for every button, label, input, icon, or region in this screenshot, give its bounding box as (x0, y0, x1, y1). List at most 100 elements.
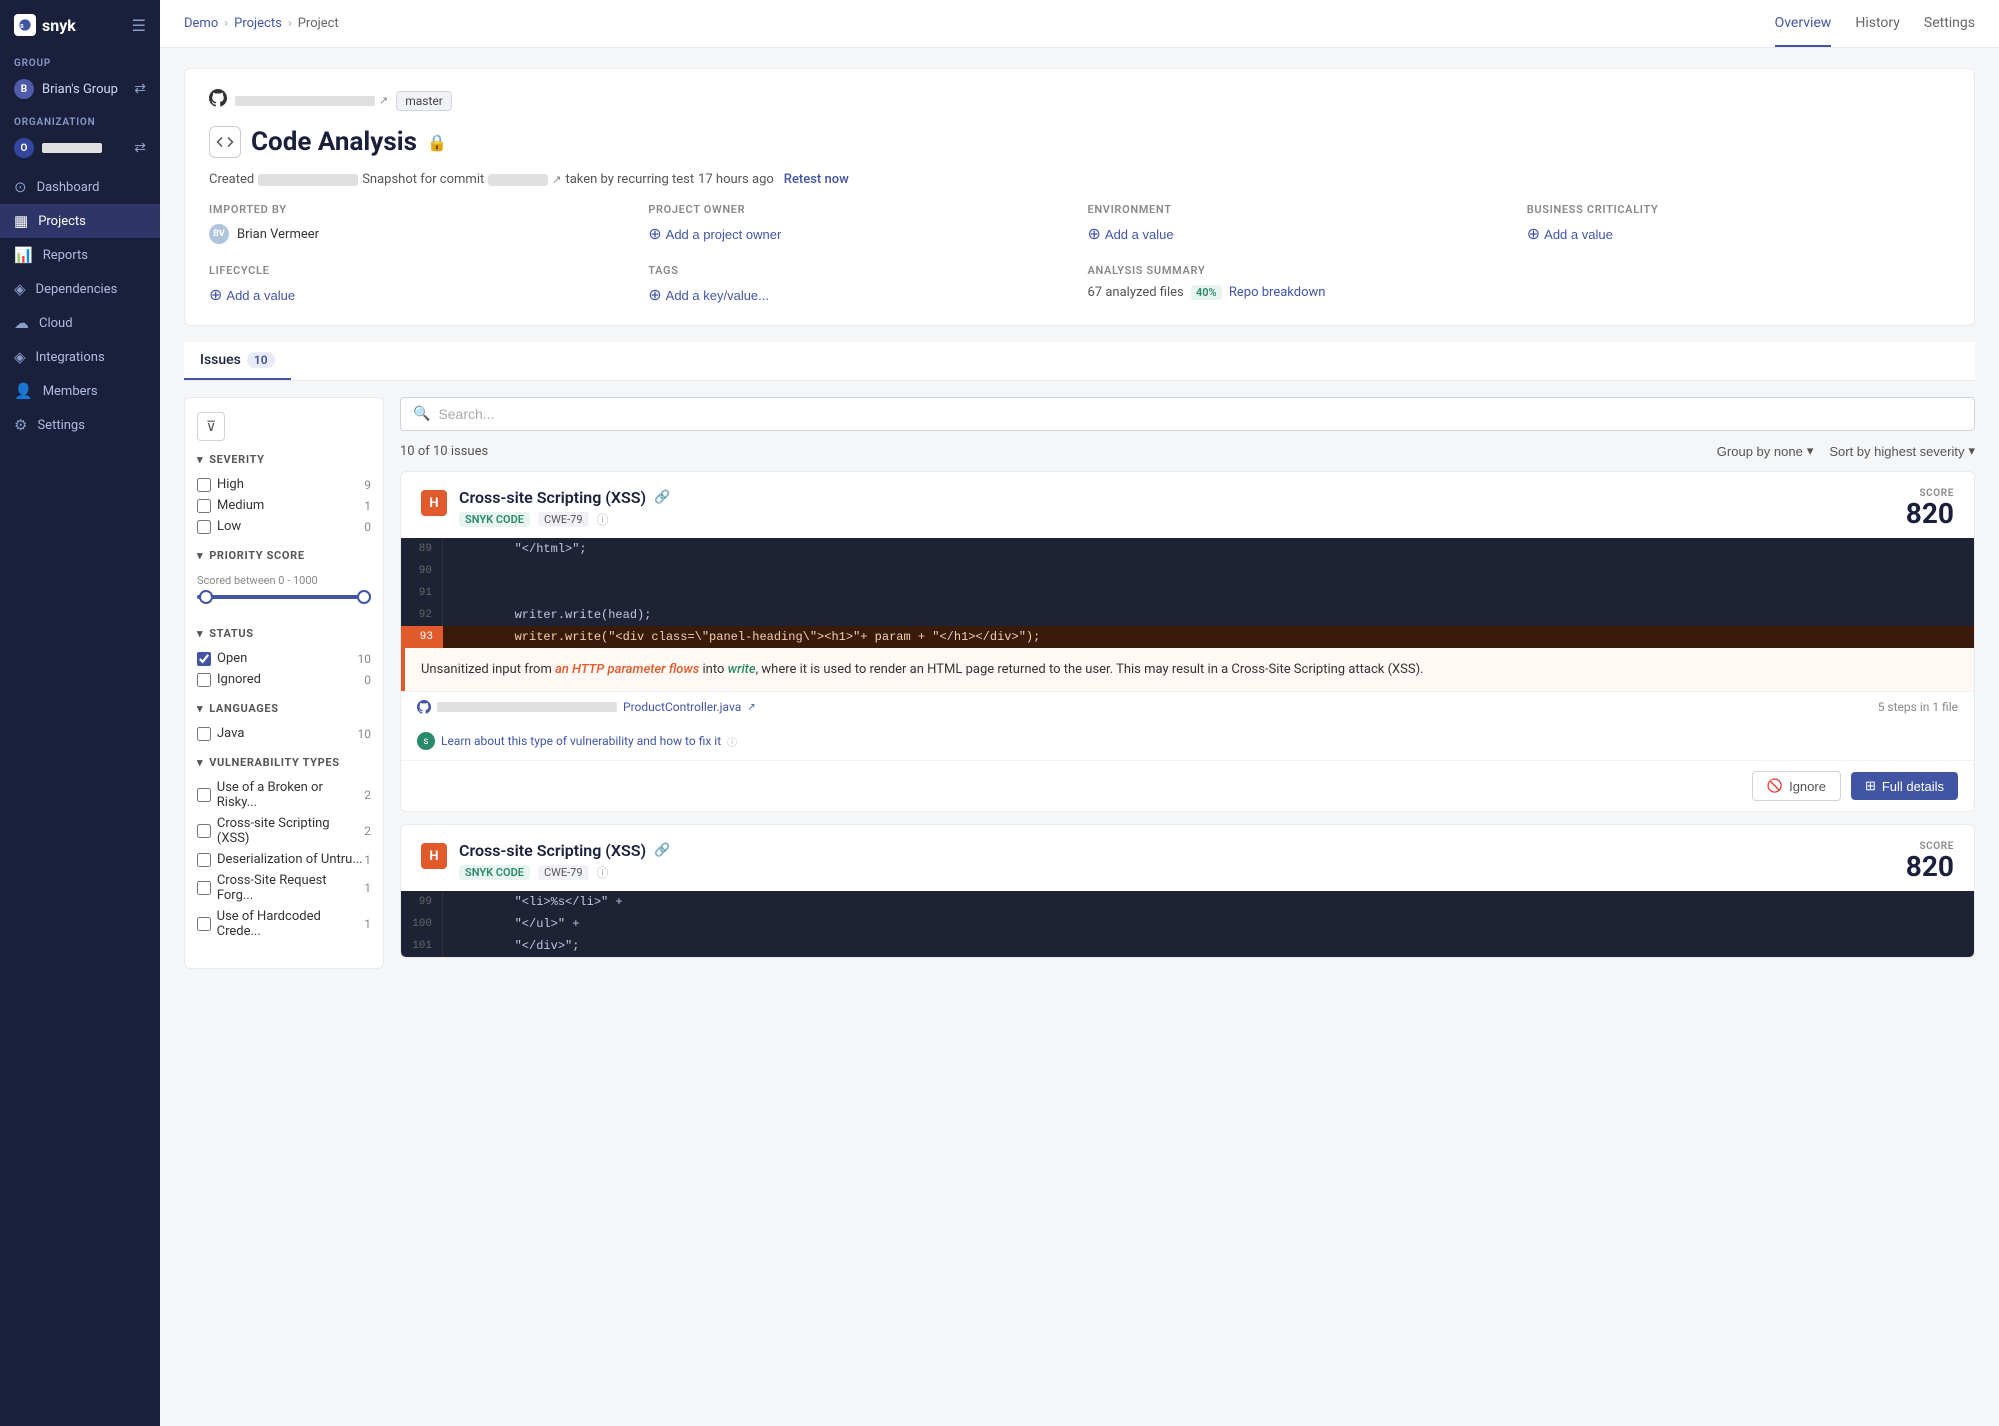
issue-title-2: Cross-site Scripting (XSS) 🔗 (459, 841, 670, 860)
sidebar-item-label: Dependencies (36, 282, 118, 297)
search-input[interactable] (438, 406, 1962, 422)
language-java-checkbox[interactable] (197, 727, 211, 741)
sidebar-item-dashboard[interactable]: ⊙ Dashboard (0, 170, 160, 204)
sidebar-item-label: Reports (43, 248, 88, 263)
sidebar-item-members[interactable]: 👤 Members (0, 374, 160, 408)
lifecycle-label: LIFECYCLE (209, 264, 632, 277)
severity-low-checkbox[interactable] (197, 520, 211, 534)
vuln-deserialization-checkbox[interactable] (197, 853, 211, 867)
sidebar-item-label: Settings (37, 418, 84, 433)
search-icon: 🔍 (413, 406, 430, 422)
retest-link[interactable]: Retest now (784, 172, 849, 187)
sidebar-item-dependencies[interactable]: ◈ Dependencies (0, 272, 160, 306)
issues-tab[interactable]: Issues 10 (184, 342, 291, 380)
repo-breakdown-link[interactable]: Repo breakdown (1229, 285, 1326, 300)
group-by-button[interactable]: Group by none ▾ (1717, 443, 1814, 459)
add-bc-button[interactable]: ⊕ Add a value (1527, 224, 1613, 244)
plus-icon-3: ⊕ (1527, 224, 1540, 244)
languages-header[interactable]: ▾ LANGUAGES (197, 702, 371, 715)
info-icon-2: ⓘ (597, 864, 609, 881)
tab-history[interactable]: History (1855, 1, 1900, 47)
priority-slider-thumb-left[interactable] (199, 590, 213, 604)
analysis-summary-cell: ANALYSIS SUMMARY 67 analyzed files 40% R… (1088, 264, 1951, 305)
add-lifecycle-button[interactable]: ⊕ Add a value (209, 285, 295, 305)
vuln-broken-risky-label: Use of a Broken or Risky... (217, 780, 364, 810)
vuln-xss-count: 2 (364, 824, 371, 838)
vuln-broken-risky-checkbox[interactable] (197, 788, 211, 802)
vuln-red-highlight: an HTTP parameter flows (555, 662, 699, 677)
priority-slider-track (197, 595, 371, 599)
status-chevron-icon: ▾ (197, 627, 203, 640)
snapshot-text: Snapshot for commit (362, 172, 484, 187)
vuln-types-header[interactable]: ▾ VULNERABILITY TYPES (197, 756, 371, 769)
vuln-types-chevron-icon: ▾ (197, 756, 203, 769)
sidebar-item-reports[interactable]: 📊 Reports (0, 238, 160, 272)
sidebar-item-projects[interactable]: ▦ Projects (0, 204, 160, 238)
repo-link[interactable]: ↗ (235, 94, 388, 107)
plus-icon-5: ⊕ (648, 285, 661, 305)
severity-medium-checkbox[interactable] (197, 499, 211, 513)
ignore-button-1[interactable]: 🚫 Ignore (1752, 771, 1841, 801)
full-details-button-1[interactable]: ⊞ Full details (1851, 772, 1958, 800)
status-ignored-checkbox[interactable] (197, 673, 211, 687)
group-switch-icon[interactable]: ⇄ (134, 81, 146, 97)
details-icon: ⊞ (1865, 778, 1876, 794)
score-area-1: SCORE 820 (1884, 488, 1954, 530)
severity-high-label: High (217, 477, 244, 492)
issues-top-row: 10 of 10 issues Group by none ▾ Sort by … (400, 443, 1975, 459)
sidebar-item-settings[interactable]: ⚙ Settings (0, 408, 160, 442)
priority-score-header[interactable]: ▾ PRIORITY SCORE (197, 549, 371, 562)
tags-cell: TAGS ⊕ Add a key/value... (648, 264, 1071, 305)
vuln-csrf-checkbox[interactable] (197, 881, 211, 895)
filter-icon-button[interactable]: ⊽ (197, 412, 225, 441)
issue-actions-1: 🚫 Ignore ⊞ Full details (401, 760, 1974, 811)
project-header: ↗ master Code Analysis 🔒 Created Snapsho… (184, 68, 1975, 326)
filter-panel: ⊽ ▾ SEVERITY High 9 (184, 397, 384, 969)
issue-card-1: H Cross-site Scripting (XSS) 🔗 SNYK CODE… (400, 471, 1975, 812)
sidebar-item-integrations[interactable]: ◈ Integrations (0, 340, 160, 374)
severity-medium-count: 1 (364, 499, 371, 513)
sidebar-item-label: Projects (38, 214, 86, 229)
ignore-icon: 🚫 (1767, 778, 1783, 794)
severity-badge-high-2: H (421, 843, 447, 869)
tab-overview[interactable]: Overview (1775, 1, 1832, 47)
breadcrumb-projects[interactable]: Projects (234, 16, 282, 31)
vuln-hardcoded-checkbox[interactable] (197, 917, 211, 931)
breadcrumb-demo[interactable]: Demo (184, 16, 218, 31)
topbar: Demo › Projects › Project Overview Histo… (160, 0, 1999, 48)
add-tag-button[interactable]: ⊕ Add a key/value... (648, 285, 769, 305)
severity-header[interactable]: ▾ SEVERITY (197, 453, 371, 466)
issue-link-icon-2[interactable]: 🔗 (654, 843, 670, 858)
org-switch-icon[interactable]: ⇄ (134, 140, 146, 156)
sort-by-chevron-icon: ▾ (1968, 443, 1975, 459)
status-ignored-count: 0 (364, 673, 371, 687)
sort-by-button[interactable]: Sort by highest severity ▾ (1829, 443, 1975, 459)
plus-icon: ⊕ (648, 224, 661, 244)
status-open-checkbox[interactable] (197, 652, 211, 666)
issue-link-icon[interactable]: 🔗 (654, 490, 670, 505)
imported-by-cell: IMPORTED BY BV Brian Vermeer (209, 203, 632, 244)
score-value-1: 820 (1884, 499, 1954, 530)
project-title: Code Analysis (251, 127, 417, 157)
vuln-broken-risky-count: 2 (364, 788, 371, 802)
learn-link-1[interactable]: s Learn about this type of vulnerability… (417, 732, 1958, 750)
vuln-csrf-count: 1 (364, 881, 371, 895)
severity-medium-label: Medium (217, 498, 264, 513)
repo-blur (235, 96, 375, 106)
status-header[interactable]: ▾ STATUS (197, 627, 371, 640)
vuln-xss-checkbox[interactable] (197, 824, 211, 838)
severity-filter: ▾ SEVERITY High 9 Medium (197, 453, 371, 537)
tab-settings[interactable]: Settings (1924, 1, 1975, 47)
sidebar-item-cloud[interactable]: ☁ Cloud (0, 306, 160, 340)
sidebar-hamburger-icon[interactable]: ☰ (132, 16, 146, 35)
add-project-owner-button[interactable]: ⊕ Add a project owner (648, 224, 781, 244)
severity-high-checkbox[interactable] (197, 478, 211, 492)
environment-label: ENVIRONMENT (1088, 203, 1511, 216)
severity-low-item: Low 0 (197, 516, 371, 537)
imported-by-name: Brian Vermeer (237, 227, 319, 242)
add-environment-button[interactable]: ⊕ Add a value (1088, 224, 1174, 244)
priority-slider-thumb-right[interactable] (357, 590, 371, 604)
branch-badge: master (396, 91, 452, 111)
file-path-link-1[interactable]: ProductController.java ↗ (417, 700, 756, 714)
severity-low-label: Low (217, 519, 241, 534)
